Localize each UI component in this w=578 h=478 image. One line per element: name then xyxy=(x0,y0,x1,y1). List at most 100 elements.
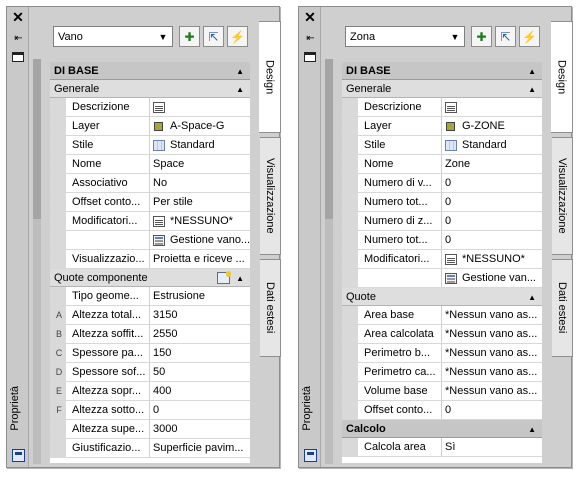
property-row[interactable]: D Spessore sof... 50 xyxy=(50,363,250,382)
property-row[interactable]: Stile Standard xyxy=(50,136,250,155)
chevron-down-icon[interactable]: ▼ xyxy=(449,30,461,43)
property-value[interactable]: *Nessun vano as... xyxy=(442,344,542,362)
property-value[interactable]: Standard xyxy=(442,136,542,154)
property-value[interactable]: 400 xyxy=(150,382,250,400)
property-value[interactable]: 0 xyxy=(442,212,542,230)
property-value[interactable]: 0 xyxy=(150,401,250,419)
palette-settings-icon[interactable] xyxy=(12,449,25,462)
properties-menu-icon[interactable] xyxy=(302,50,318,64)
property-value[interactable]: Estrusione xyxy=(150,287,250,305)
group-header[interactable]: Generale ▲ xyxy=(342,80,542,98)
property-row[interactable]: Descrizione xyxy=(50,98,250,117)
property-value[interactable]: Sì xyxy=(442,438,542,456)
property-row[interactable]: Giustificazio... Superficie pavim... xyxy=(50,439,250,458)
property-row[interactable]: Perimetro b... *Nessun vano as... xyxy=(342,344,542,363)
property-value[interactable]: *Nessun vano as... xyxy=(442,363,542,381)
collapse-arrow-icon[interactable]: ▲ xyxy=(236,62,244,80)
property-row[interactable]: Modificatori... *NESSUNO* xyxy=(342,250,542,269)
group-header[interactable]: Generale ▲ xyxy=(50,80,250,98)
property-row[interactable]: Offset conto... Per stile xyxy=(50,193,250,212)
property-row[interactable]: Modificatori... *NESSUNO* xyxy=(50,212,250,231)
property-row[interactable]: Offset conto... 0 xyxy=(342,401,542,420)
property-row[interactable]: B Altezza soffit... 2550 xyxy=(50,325,250,344)
property-row[interactable]: Layer G-ZONE xyxy=(342,117,542,136)
tab-dati-estesi[interactable]: Dati estesi xyxy=(552,259,573,357)
add-object-button[interactable]: ✚ xyxy=(471,26,492,47)
property-value[interactable]: A-Space-G xyxy=(150,117,250,135)
quick-select-button[interactable]: ⇱ xyxy=(495,26,516,47)
dimension-tip-icon[interactable] xyxy=(217,271,231,284)
property-row[interactable]: Layer A-Space-G xyxy=(50,117,250,136)
add-object-button[interactable]: ✚ xyxy=(179,26,200,47)
property-row[interactable]: Area base *Nessun vano as... xyxy=(342,306,542,325)
category-header[interactable]: DI BASE ▲ xyxy=(50,62,250,80)
vertical-scrollbar[interactable] xyxy=(325,59,333,464)
palette-settings-icon[interactable] xyxy=(304,449,317,462)
property-row[interactable]: Visualizzazio... Proietta e riceve ... xyxy=(50,250,250,269)
collapse-arrow-icon[interactable]: ▲ xyxy=(528,80,536,98)
property-value[interactable]: 3150 xyxy=(150,306,250,324)
property-value[interactable]: *Nessun vano as... xyxy=(442,382,542,400)
tab-design[interactable]: Design xyxy=(551,21,573,133)
property-row[interactable]: Numero tot... 0 xyxy=(342,193,542,212)
group-header[interactable]: Quote componente ▲ xyxy=(50,269,250,287)
pickadd-toggle-button[interactable]: ⚡ xyxy=(519,26,540,47)
property-value[interactable]: 0 xyxy=(442,174,542,192)
property-value[interactable]: No xyxy=(150,174,250,192)
property-value[interactable]: *Nessun vano as... xyxy=(442,306,542,324)
object-type-dropdown[interactable]: Vano ▼ xyxy=(53,26,173,47)
property-value[interactable]: 50 xyxy=(150,363,250,381)
property-value[interactable]: *Nessun vano as... xyxy=(442,325,542,343)
property-value[interactable]: Zone xyxy=(442,155,542,173)
category-header[interactable]: DI BASE ▲ xyxy=(342,62,542,80)
property-row[interactable]: Calcola area Sì xyxy=(342,438,542,457)
collapse-arrow-icon[interactable]: ▲ xyxy=(528,62,536,80)
property-value[interactable]: 0 xyxy=(442,231,542,249)
property-row[interactable]: Numero di z... 0 xyxy=(342,212,542,231)
property-value[interactable]: *NESSUNO* xyxy=(442,250,542,268)
property-row[interactable]: Numero tot... 0 xyxy=(342,231,542,250)
property-row[interactable]: Area calcolata *Nessun vano as... xyxy=(342,325,542,344)
property-row[interactable]: Gestione vano... xyxy=(50,231,250,250)
property-row[interactable]: Numero di v... 0 xyxy=(342,174,542,193)
property-value[interactable]: *NESSUNO* xyxy=(150,212,250,230)
property-row[interactable]: A Altezza total... 3150 xyxy=(50,306,250,325)
property-value[interactable]: 0 xyxy=(442,401,542,419)
property-value[interactable]: 2550 xyxy=(150,325,250,343)
property-value[interactable]: 0 xyxy=(442,193,542,211)
property-value[interactable]: G-ZONE xyxy=(442,117,542,135)
collapse-arrow-icon[interactable]: ▲ xyxy=(528,288,536,306)
property-value[interactable]: Gestione van... xyxy=(442,269,542,287)
collapse-arrow-icon[interactable]: ▲ xyxy=(528,420,536,438)
property-row[interactable]: Altezza supe... 3000 xyxy=(50,420,250,439)
category-header[interactable]: Calcolo ▲ xyxy=(342,420,542,438)
property-value[interactable]: Space xyxy=(150,155,250,173)
property-row[interactable]: Nome Zone xyxy=(342,155,542,174)
property-row[interactable]: Volume base *Nessun vano as... xyxy=(342,382,542,401)
property-row[interactable]: Associativo No xyxy=(50,174,250,193)
object-type-dropdown[interactable]: Zona ▼ xyxy=(345,26,465,47)
property-value[interactable]: Standard xyxy=(150,136,250,154)
close-icon[interactable]: ✕ xyxy=(302,9,318,25)
chevron-down-icon[interactable]: ▼ xyxy=(157,30,169,43)
properties-menu-icon[interactable] xyxy=(10,50,26,64)
property-row[interactable]: Perimetro ca... *Nessun vano as... xyxy=(342,363,542,382)
pickadd-toggle-button[interactable]: ⚡ xyxy=(227,26,248,47)
collapse-arrow-icon[interactable]: ▲ xyxy=(236,80,244,98)
quick-select-button[interactable]: ⇱ xyxy=(203,26,224,47)
auto-hide-icon[interactable]: ⇤ xyxy=(302,31,318,45)
tab-dati-estesi[interactable]: Dati estesi xyxy=(260,259,281,357)
auto-hide-icon[interactable]: ⇤ xyxy=(10,31,26,45)
property-value[interactable]: Proietta e riceve ... xyxy=(150,250,250,268)
property-row[interactable]: Gestione van... xyxy=(342,269,542,288)
property-row[interactable]: F Altezza sotto... 0 xyxy=(50,401,250,420)
vertical-scrollbar[interactable] xyxy=(33,59,41,464)
tab-visualizzazione[interactable]: Visualizzazione xyxy=(552,137,573,255)
property-value[interactable] xyxy=(442,98,542,116)
property-value[interactable]: Per stile xyxy=(150,193,250,211)
group-header[interactable]: Quote ▲ xyxy=(342,288,542,306)
scrollbar-thumb[interactable] xyxy=(33,59,41,219)
property-row[interactable]: Tipo geome... Estrusione xyxy=(50,287,250,306)
property-row[interactable]: Stile Standard xyxy=(342,136,542,155)
property-row[interactable]: E Altezza sopr... 400 xyxy=(50,382,250,401)
